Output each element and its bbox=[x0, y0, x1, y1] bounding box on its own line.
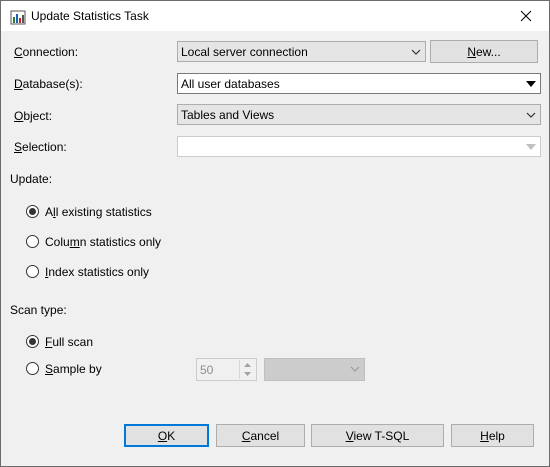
object-label: Object: bbox=[14, 109, 53, 123]
help-button-label: Help bbox=[480, 428, 505, 443]
cancel-button[interactable]: Cancel bbox=[216, 424, 305, 447]
update-label: Update: bbox=[10, 172, 53, 186]
ok-button-label: OK bbox=[157, 428, 176, 443]
sample-percent-value: 50 bbox=[200, 363, 214, 377]
radio-selected-dot bbox=[29, 208, 36, 215]
new-connection-button[interactable]: New... bbox=[430, 40, 538, 63]
object-value: Tables and Views bbox=[181, 108, 275, 122]
index-statistics-only-label[interactable]: Index statistics only bbox=[45, 265, 149, 279]
sample-by-label[interactable]: Sample by bbox=[45, 362, 102, 376]
connection-label: Connection: bbox=[14, 45, 79, 59]
view-tsql-button[interactable]: View T-SQL bbox=[311, 424, 444, 447]
connection-dropdown[interactable]: Local server connection bbox=[177, 41, 426, 62]
close-button[interactable] bbox=[503, 1, 549, 31]
task-icon bbox=[10, 10, 26, 25]
sample-unit-dropdown bbox=[264, 358, 365, 381]
chevron-down-icon bbox=[350, 366, 360, 372]
window-title: Update Statistics Task bbox=[31, 9, 149, 23]
object-dropdown[interactable]: Tables and Views bbox=[177, 104, 541, 125]
connection-value: Local server connection bbox=[181, 45, 308, 59]
radio-sample-by[interactable] bbox=[26, 362, 39, 375]
spinner-buttons bbox=[239, 360, 255, 379]
radio-column-statistics-only[interactable] bbox=[26, 235, 39, 248]
databases-dropdown-button[interactable] bbox=[522, 75, 539, 92]
databases-value: All user databases bbox=[181, 77, 280, 91]
selection-label: Selection: bbox=[14, 140, 67, 154]
help-button[interactable]: Help bbox=[451, 424, 534, 447]
selection-dropdown-button bbox=[522, 138, 539, 155]
radio-selected-dot bbox=[29, 338, 36, 345]
databases-label: Database(s): bbox=[14, 77, 83, 91]
dialog-window: Update Statistics Task Connection: Local… bbox=[0, 0, 550, 467]
title-bar: Update Statistics Task bbox=[1, 1, 549, 31]
ok-button[interactable]: OK bbox=[124, 424, 209, 447]
all-existing-statistics-label[interactable]: All existing statistics bbox=[45, 205, 152, 219]
radio-all-existing-statistics[interactable] bbox=[26, 205, 39, 218]
radio-full-scan[interactable] bbox=[26, 335, 39, 348]
spin-up-icon bbox=[240, 360, 255, 369]
chevron-down-icon bbox=[411, 49, 421, 55]
cancel-button-label: Cancel bbox=[241, 428, 280, 443]
selection-dropdown bbox=[177, 136, 541, 157]
new-button-label: New... bbox=[467, 44, 501, 59]
close-icon bbox=[520, 10, 532, 22]
databases-dropdown[interactable]: All user databases bbox=[177, 73, 541, 94]
chevron-down-icon bbox=[526, 112, 536, 118]
scan-type-label: Scan type: bbox=[10, 303, 67, 317]
caret-down-icon bbox=[525, 143, 536, 150]
spin-down-icon bbox=[240, 369, 255, 378]
column-statistics-only-label[interactable]: Column statistics only bbox=[45, 235, 161, 249]
sample-percent-spinner: 50 bbox=[196, 358, 257, 381]
caret-down-icon bbox=[525, 80, 536, 87]
full-scan-label[interactable]: Full scan bbox=[45, 335, 93, 349]
radio-index-statistics-only[interactable] bbox=[26, 265, 39, 278]
view-tsql-button-label: View T-SQL bbox=[345, 428, 410, 443]
